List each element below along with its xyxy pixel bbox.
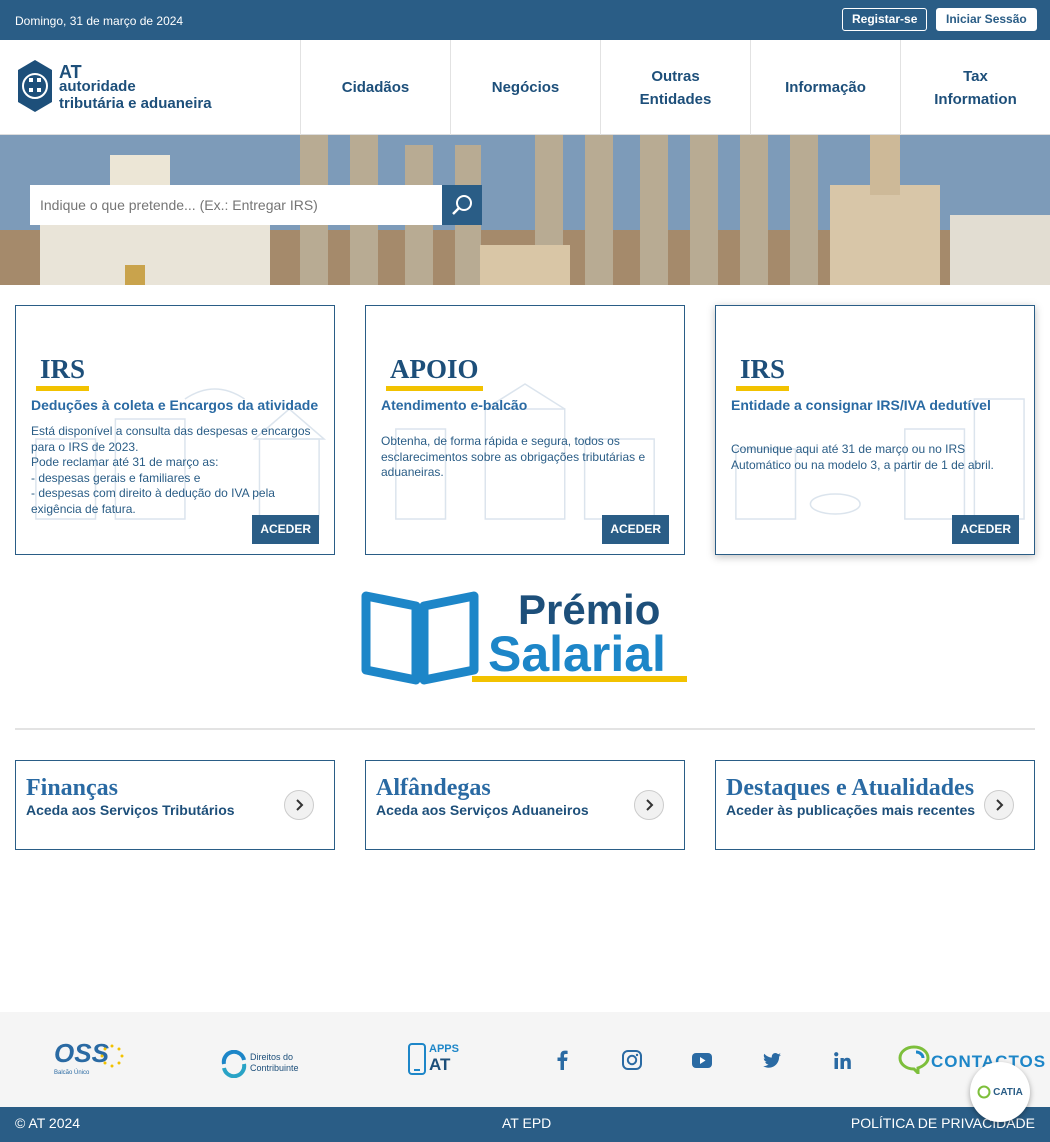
card-irs-consignar: IRS Entidade a consignar IRS/IVA dedutív… <box>715 305 1035 555</box>
nav-tax-information[interactable]: Tax Information <box>900 40 1050 135</box>
service-subtitle: Aceder às publicações mais recentes <box>726 802 976 818</box>
at-emblem-icon <box>18 60 52 112</box>
rights-line1: Direitos do <box>250 1052 294 1062</box>
direitos-contribuinte-link[interactable]: Direitos do Contribuinte <box>220 1050 310 1080</box>
nav-negocios[interactable]: Negócios <box>450 40 600 135</box>
rights-swirl-icon <box>221 1050 247 1078</box>
linkedin-icon[interactable] <box>832 1050 852 1070</box>
card-tag: APOIO <box>386 354 483 391</box>
register-button[interactable]: Registar-se <box>842 8 928 31</box>
aceder-button[interactable]: ACEDER <box>952 515 1019 544</box>
youtube-icon[interactable] <box>691 1051 713 1069</box>
apps-line2: AT <box>429 1055 451 1074</box>
open-book-icon <box>361 591 479 685</box>
catia-chat-button[interactable]: CATIA <box>970 1062 1030 1122</box>
epd-link[interactable]: AT EPD <box>502 1115 551 1131</box>
logo-tributaria: tributária e aduaneira <box>59 95 212 112</box>
rights-line2: Contribuinte <box>250 1063 299 1073</box>
apps-line1: APPS <box>429 1043 459 1055</box>
at-logo[interactable]: AT autoridade tributária e aduaneira <box>15 58 230 116</box>
copyright: © AT 2024 <box>15 1115 81 1131</box>
chat-bubble-icon <box>898 1045 930 1074</box>
card-description: Está disponível a consulta das despesas … <box>31 424 311 516</box>
aceder-button[interactable]: ACEDER <box>252 515 319 544</box>
instagram-icon[interactable] <box>621 1049 643 1071</box>
service-destaques[interactable]: Destaques e Atualidades Aceder às public… <box>715 760 1035 850</box>
card-apoio: APOIO Atendimento e-balcão Obtenha, de f… <box>365 305 685 555</box>
hero-banner <box>0 135 1050 285</box>
catia-assistant-icon <box>977 1085 991 1099</box>
nav-tax-information-label: Tax Information <box>934 67 1017 108</box>
nav-outras-entidades-label: Outras Entidades <box>639 67 712 108</box>
chevron-right-icon[interactable] <box>284 790 314 820</box>
search-input[interactable] <box>30 185 442 225</box>
catia-label: CATIA <box>993 1086 1023 1098</box>
banner-underline <box>472 676 687 682</box>
service-subtitle: Aceda aos Serviços Aduaneiros <box>376 802 589 818</box>
footer-links-bar: OSS Balcão Único Direitos do Contribuint… <box>0 1012 1050 1107</box>
eu-stars-icon <box>100 1044 124 1068</box>
oss-link[interactable]: OSS Balcão Único <box>52 1038 124 1082</box>
banner-line2: Salarial <box>488 626 666 682</box>
oss-sub-label: Balcão Único <box>54 1070 90 1076</box>
card-description: Comunique aqui até 31 de março ou no IRS… <box>731 442 994 472</box>
nav-informacao[interactable]: Informação <box>750 40 900 135</box>
main-navigation: AT autoridade tributária e aduaneira Cid… <box>0 40 1050 135</box>
chevron-right-icon[interactable] <box>984 790 1014 820</box>
card-description: Obtenha, de forma rápida e segura, todos… <box>381 434 646 479</box>
search-icon <box>452 195 472 215</box>
service-financas[interactable]: Finanças Aceda aos Serviços Tributários <box>15 760 335 850</box>
top-bar: Domingo, 31 de março de 2024 Registar-se… <box>0 0 1050 40</box>
card-irs-deducoes: IRS Deduções à coleta e Encargos da ativ… <box>15 305 335 555</box>
card-subtitle[interactable]: Deduções à coleta e Encargos da atividad… <box>31 397 318 413</box>
nav-cidadaos[interactable]: Cidadãos <box>300 40 450 135</box>
card-subtitle[interactable]: Entidade a consignar IRS/IVA dedutível <box>731 397 991 413</box>
nav-outras-entidades[interactable]: Outras Entidades <box>600 40 750 135</box>
footer: © AT 2024 AT EPD POLÍTICA DE PRIVACIDADE <box>0 1107 1050 1142</box>
service-title: Alfândegas <box>376 775 491 801</box>
service-subtitle: Aceda aos Serviços Tributários <box>26 802 235 818</box>
mobile-phone-icon <box>408 1043 426 1075</box>
search-button[interactable] <box>442 185 482 225</box>
premio-salarial-banner[interactable]: Prémio Salarial <box>360 588 690 688</box>
aceder-button[interactable]: ACEDER <box>602 515 669 544</box>
current-date: Domingo, 31 de março de 2024 <box>15 14 184 28</box>
section-divider <box>15 728 1035 730</box>
twitter-icon[interactable] <box>762 1051 782 1069</box>
card-tag: IRS <box>736 354 790 391</box>
service-title: Destaques e Atualidades <box>726 775 975 801</box>
chevron-right-icon[interactable] <box>634 790 664 820</box>
card-tag: IRS <box>36 354 90 391</box>
logo-autoridade: autoridade <box>59 78 136 95</box>
login-button[interactable]: Iniciar Sessão <box>936 8 1037 31</box>
service-alfandegas[interactable]: Alfândegas Aceda aos Serviços Aduaneiros <box>365 760 685 850</box>
service-title: Finanças <box>26 775 119 801</box>
card-subtitle[interactable]: Atendimento e-balcão <box>381 397 527 413</box>
facebook-icon[interactable] <box>553 1050 571 1070</box>
apps-at-link[interactable]: APPS AT <box>407 1043 469 1077</box>
